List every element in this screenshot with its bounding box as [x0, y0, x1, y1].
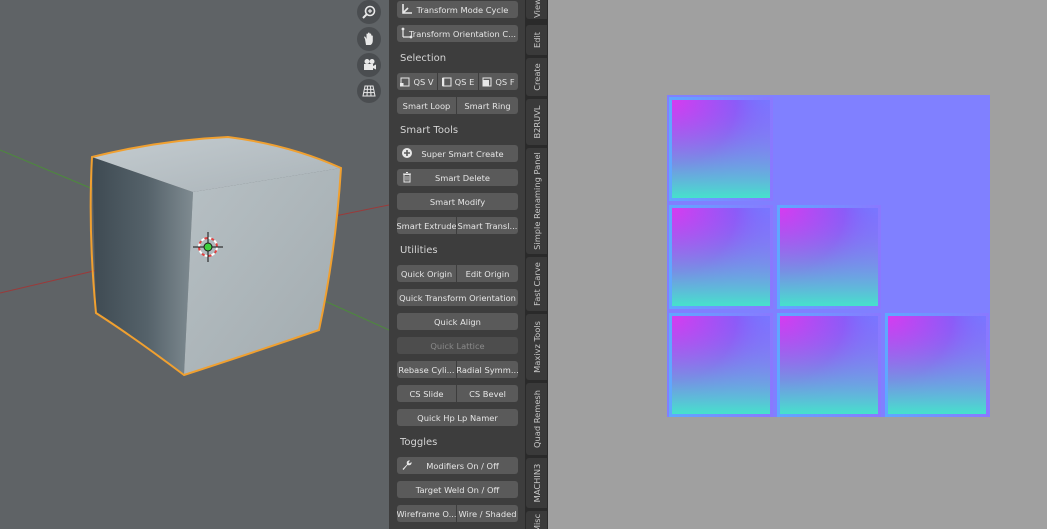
tab-label: Quad Remesh — [531, 389, 542, 449]
smart-delete-button[interactable]: Smart Delete — [397, 169, 518, 186]
tab-label: Fast Carve — [531, 262, 542, 306]
cube-right-face — [184, 168, 341, 375]
normal-map-tile — [777, 205, 881, 309]
wireframe-o-button[interactable]: Wireframe O... — [397, 505, 456, 522]
transform-mode-cycle-button[interactable]: Transform Mode Cycle — [397, 1, 518, 18]
qs-e-button[interactable]: QS E — [438, 73, 478, 90]
tab-label: B2RUVL — [531, 105, 542, 139]
cs-slide-button[interactable]: CS Slide — [397, 385, 456, 402]
target-weld-on-off-button[interactable]: Target Weld On / Off — [397, 481, 518, 498]
cs-bevel-button[interactable]: CS Bevel — [457, 385, 518, 402]
orientation-icon — [401, 27, 413, 39]
tab-simple-renaming-panel[interactable]: Simple Renaming Panel — [526, 148, 547, 254]
vertex-select-icon — [400, 77, 410, 87]
camera-icon — [364, 59, 376, 70]
image-editor[interactable] — [548, 0, 1047, 529]
button-label: Transform Orientation C... — [408, 28, 517, 39]
button-label: Quick Lattice — [430, 340, 485, 351]
pan-button[interactable] — [357, 27, 381, 51]
edge-select-icon — [441, 77, 452, 87]
section-header-selection[interactable]: Selection — [400, 53, 446, 64]
button-label: Smart Modify — [429, 196, 486, 207]
smart-extrude-button[interactable]: Smart Extrude — [397, 217, 456, 234]
tab-misc[interactable]: Misc — [526, 511, 547, 529]
modifiers-on-off-button[interactable]: Modifiers On / Off — [397, 457, 518, 474]
face-select-icon — [482, 77, 492, 87]
normal-map-tile — [777, 313, 881, 417]
tab-label: View — [531, 0, 542, 18]
button-label: QS E — [454, 76, 475, 87]
edit-origin-button[interactable]: Edit Origin — [457, 265, 518, 282]
zoom-icon — [362, 5, 376, 19]
section-header-smart-tools[interactable]: Smart Tools — [400, 125, 458, 136]
pan-hand-icon — [364, 32, 373, 45]
add-circle-icon — [401, 147, 413, 159]
grid-icon — [362, 85, 376, 97]
viewport-scene[interactable] — [0, 0, 389, 529]
tab-label: Simple Renaming Panel — [531, 152, 542, 250]
tab-machin3[interactable]: MACHIN3 — [526, 458, 547, 508]
quick-lattice-button[interactable]: Quick Lattice — [397, 337, 518, 354]
tab-create[interactable]: Create — [526, 58, 547, 96]
qs-v-button[interactable]: QS V — [397, 73, 437, 90]
qs-f-button[interactable]: QS F — [479, 73, 518, 90]
transform-orientation-c-button[interactable]: Transform Orientation C... — [397, 25, 518, 42]
normal-map-tile — [885, 313, 989, 417]
wire-shaded-button[interactable]: Wire / Shaded — [457, 505, 518, 522]
section-header-toggles[interactable]: Toggles — [400, 437, 437, 448]
button-label: Super Smart Create — [421, 148, 504, 159]
smart-transl-button[interactable]: Smart Transl... — [457, 217, 518, 234]
tab-view[interactable]: View — [526, 0, 547, 19]
normal-map-tile — [669, 205, 773, 309]
button-label: Transform Mode Cycle — [416, 4, 509, 15]
rebase-cyli-button[interactable]: Rebase Cyli... — [397, 361, 456, 378]
normal-map-tile — [669, 97, 773, 201]
tab-label: MACHIN3 — [531, 463, 542, 503]
wrench-icon — [401, 459, 413, 471]
smart-loop-button[interactable]: Smart Loop — [397, 97, 456, 114]
button-label: Quick Hp Lp Namer — [417, 412, 498, 423]
3d-viewport[interactable] — [0, 0, 389, 529]
tab-maxivz-tools[interactable]: Maxivz Tools — [526, 314, 547, 380]
tab-b2ruvl[interactable]: B2RUVL — [526, 99, 547, 145]
zoom-button[interactable] — [357, 0, 381, 24]
sidebar-tab-strip: View Edit Create B2RUVL Simple Renaming Pane… — [525, 0, 548, 529]
cube-left-face — [92, 157, 193, 375]
button-label: Smart Delete — [435, 172, 490, 183]
smart-ring-button[interactable]: Smart Ring — [457, 97, 518, 114]
sidebar-panel: Transform Mode Cycle Transform Orientatio… — [389, 0, 525, 529]
trash-icon — [401, 171, 413, 183]
tab-label: Misc — [531, 513, 542, 529]
button-label: Target Weld On / Off — [415, 484, 500, 495]
tab-edit[interactable]: Edit — [526, 25, 547, 55]
quick-align-button[interactable]: Quick Align — [397, 313, 518, 330]
button-label: Quick Transform Orientation — [399, 292, 516, 303]
tab-label: Edit — [531, 31, 542, 49]
section-header-utilities[interactable]: Utilities — [400, 245, 438, 256]
tab-label: Create — [531, 63, 542, 91]
smart-modify-button[interactable]: Smart Modify — [397, 193, 518, 210]
y-axis-line — [0, 149, 101, 193]
camera-button[interactable] — [357, 53, 381, 77]
quick-origin-button[interactable]: Quick Origin — [397, 265, 456, 282]
button-label: QS F — [495, 76, 515, 87]
x-axis-line-2 — [334, 204, 389, 217]
grid-view-button[interactable] — [357, 79, 381, 103]
quick-hp-lp-namer-button[interactable]: Quick Hp Lp Namer — [397, 409, 518, 426]
button-label: Quick Align — [434, 316, 481, 327]
normal-map-image — [667, 95, 990, 417]
tab-quad-remesh[interactable]: Quad Remesh — [526, 383, 547, 455]
transform-axis-icon — [401, 3, 413, 15]
tab-fast-carve[interactable]: Fast Carve — [526, 257, 547, 311]
normal-map-tile — [669, 313, 773, 417]
radial-symm-button[interactable]: Radial Symm... — [457, 361, 518, 378]
tab-label: Maxivz Tools — [531, 321, 542, 373]
super-smart-create-button[interactable]: Super Smart Create — [397, 145, 518, 162]
button-label: QS V — [413, 76, 434, 87]
quick-transform-orientation-button[interactable]: Quick Transform Orientation — [397, 289, 518, 306]
button-label: Modifiers On / Off — [426, 460, 499, 471]
